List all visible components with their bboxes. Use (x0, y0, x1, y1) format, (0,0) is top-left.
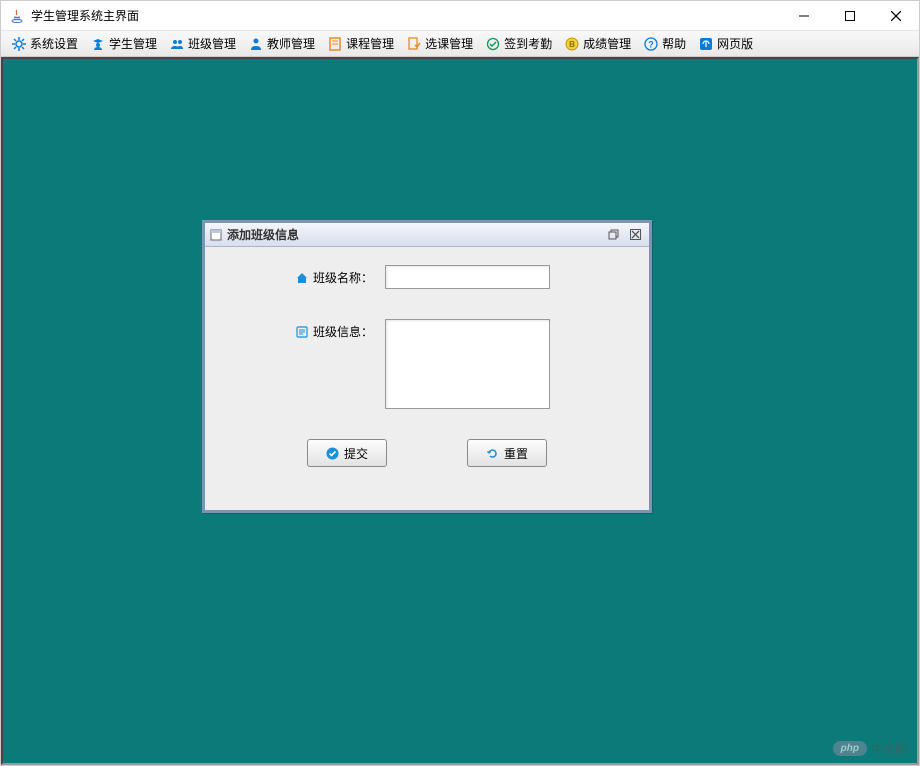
svg-text:B: B (569, 40, 575, 49)
student-icon (90, 36, 106, 52)
dialog-body: 班级名称： 班级信息： 提交 (205, 247, 649, 477)
dialog-title: 添加班级信息 (227, 226, 601, 243)
toolbar-label: 班级管理 (188, 35, 236, 52)
grade-icon: B (564, 36, 580, 52)
toolbar-course-management[interactable]: 课程管理 (321, 33, 400, 54)
toolbar-label: 帮助 (662, 35, 686, 52)
window-controls (781, 1, 919, 30)
toolbar-class-management[interactable]: 班级管理 (163, 33, 242, 54)
toolbar-label: 网页版 (717, 35, 753, 52)
teacher-icon (248, 36, 264, 52)
mdi-desktop: 添加班级信息 班级名称： (1, 57, 919, 765)
course-icon (327, 36, 343, 52)
toolbar-label: 系统设置 (30, 35, 78, 52)
add-class-dialog: 添加班级信息 班级名称： (202, 220, 652, 513)
form-row-class-info: 班级信息： (225, 319, 629, 409)
class-name-label: 班级名称： (225, 265, 385, 286)
dialog-button-row: 提交 重置 (225, 439, 629, 467)
main-toolbar: 系统设置 学生管理 班级管理 教师管理 课程管理 选课管理 签到考勤 (1, 31, 919, 57)
form-row-class-name: 班级名称： (225, 265, 629, 289)
home-icon (295, 271, 309, 285)
toolbar-label: 选课管理 (425, 35, 473, 52)
toolbar-student-management[interactable]: 学生管理 (84, 33, 163, 54)
class-info-textarea[interactable] (385, 319, 550, 409)
toolbar-system-settings[interactable]: 系统设置 (5, 33, 84, 54)
toolbar-label: 签到考勤 (504, 35, 552, 52)
dialog-maximize-button[interactable] (603, 226, 623, 244)
toolbar-web-version[interactable]: 网页版 (692, 33, 759, 54)
toolbar-teacher-management[interactable]: 教师管理 (242, 33, 321, 54)
window-icon (209, 228, 223, 242)
toolbar-select-course[interactable]: 选课管理 (400, 33, 479, 54)
web-icon (698, 36, 714, 52)
minimize-button[interactable] (781, 1, 827, 31)
svg-text:?: ? (648, 39, 654, 49)
reset-button[interactable]: 重置 (467, 439, 547, 467)
toolbar-label: 成绩管理 (583, 35, 631, 52)
watermark-text: 中文网 (871, 740, 907, 757)
window-title: 学生管理系统主界面 (31, 7, 781, 24)
maximize-button[interactable] (827, 1, 873, 31)
toolbar-label: 课程管理 (346, 35, 394, 52)
window-title-bar: 学生管理系统主界面 (1, 1, 919, 31)
toolbar-label: 教师管理 (267, 35, 315, 52)
select-course-icon (406, 36, 422, 52)
toolbar-attendance[interactable]: 签到考勤 (479, 33, 558, 54)
java-icon (9, 8, 25, 24)
toolbar-grade-management[interactable]: B 成绩管理 (558, 33, 637, 54)
attendance-icon (485, 36, 501, 52)
check-icon (326, 446, 340, 460)
reset-icon (486, 446, 500, 460)
class-info-label: 班级信息： (225, 319, 385, 340)
class-icon (169, 36, 185, 52)
toolbar-help[interactable]: ? 帮助 (637, 33, 692, 54)
info-icon (295, 325, 309, 339)
help-icon: ? (643, 36, 659, 52)
toolbar-label: 学生管理 (109, 35, 157, 52)
watermark: php 中文网 (833, 740, 907, 757)
class-name-input[interactable] (385, 265, 550, 289)
gear-icon (11, 36, 27, 52)
dialog-close-button[interactable] (625, 226, 645, 244)
close-button[interactable] (873, 1, 919, 31)
php-badge: php (833, 741, 867, 756)
submit-button[interactable]: 提交 (307, 439, 387, 467)
dialog-titlebar[interactable]: 添加班级信息 (205, 223, 649, 247)
